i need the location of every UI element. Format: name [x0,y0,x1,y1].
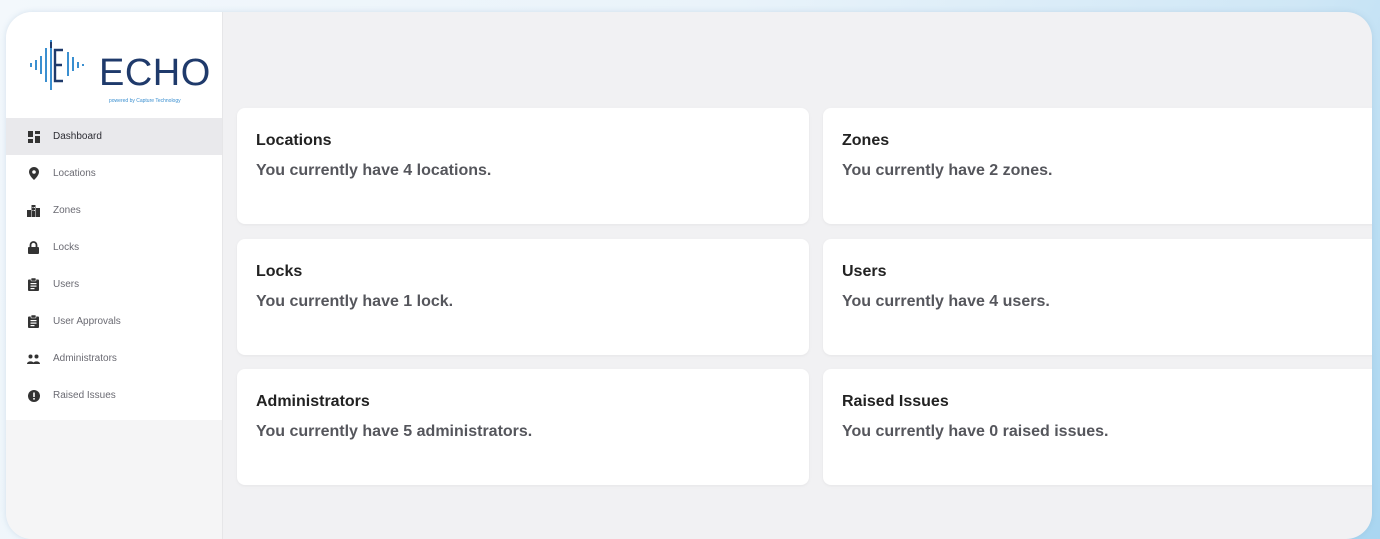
soundwave-logo-icon [30,40,84,90]
card-summary: You currently have 4 locations. [256,162,492,179]
card-title: Users [842,263,887,280]
sidebar-item-zones[interactable]: Zones [6,192,222,229]
brand-name: ECHO [99,52,211,94]
zones-card[interactable]: Zones You currently have 2 zones. [823,108,1372,224]
sidebar-item-locks[interactable]: Locks [6,229,222,266]
card-summary: You currently have 5 administrators. [256,423,533,440]
sidebar-item-label: User Approvals [53,316,121,327]
users-card[interactable]: Users You currently have 4 users. [823,239,1372,355]
clipboard-icon [27,278,40,291]
sidebar-panel: ECHO powered by Capture Technology Dashb… [6,12,222,420]
sidebar-item-user-approvals[interactable]: User Approvals [6,303,222,340]
app-window: ECHO powered by Capture Technology Dashb… [6,12,1372,539]
map-pin-icon [27,167,40,180]
sidebar-item-administrators[interactable]: Administrators [6,340,222,377]
sidebar-item-users[interactable]: Users [6,266,222,303]
card-title: Raised Issues [842,393,949,410]
card-title: Locks [256,263,303,280]
card-summary: You currently have 0 raised issues. [842,423,1109,440]
echo-logo[interactable]: ECHO powered by Capture Technology [28,34,211,112]
sidebar-item-label: Locations [53,168,96,179]
sidebar-item-label: Raised Issues [53,390,116,401]
card-title: Zones [842,132,890,149]
card-title: Administrators [256,393,370,410]
raised-issues-card[interactable]: Raised Issues You currently have 0 raise… [823,369,1372,485]
card-summary: You currently have 2 zones. [842,162,1053,179]
locations-card[interactable]: Locations You currently have 4 locations… [237,108,809,224]
sidebar-item-label: Users [53,279,80,290]
dashboard-main: Locations You currently have 4 locations… [223,12,1372,539]
brand-tagline: powered by Capture Technology [109,98,181,104]
buildings-icon [27,204,40,217]
sidebar: ECHO powered by Capture Technology Dashb… [6,12,223,539]
card-title: Locations [256,132,332,149]
sidebar-item-raised-issues[interactable]: Raised Issues [6,377,222,414]
sidebar-item-dashboard[interactable]: Dashboard [6,118,222,155]
sidebar-item-label: Locks [53,242,80,253]
alert-icon [27,389,40,402]
clipboard-icon [27,315,40,328]
card-summary: You currently have 4 users. [842,293,1050,310]
sidebar-item-label: Administrators [53,353,117,364]
administrators-card[interactable]: Administrators You currently have 5 admi… [237,369,809,485]
locks-card[interactable]: Locks You currently have 1 lock. [237,239,809,355]
people-icon [27,352,40,365]
lock-icon [27,241,40,254]
sidebar-item-locations[interactable]: Locations [6,155,222,192]
dashboard-icon [27,130,40,143]
card-summary: You currently have 1 lock. [256,293,454,310]
sidebar-item-label: Dashboard [53,131,102,142]
sidebar-item-label: Zones [53,205,81,216]
sidebar-nav: Dashboard Locations Zones Locks Users Us… [6,118,222,414]
